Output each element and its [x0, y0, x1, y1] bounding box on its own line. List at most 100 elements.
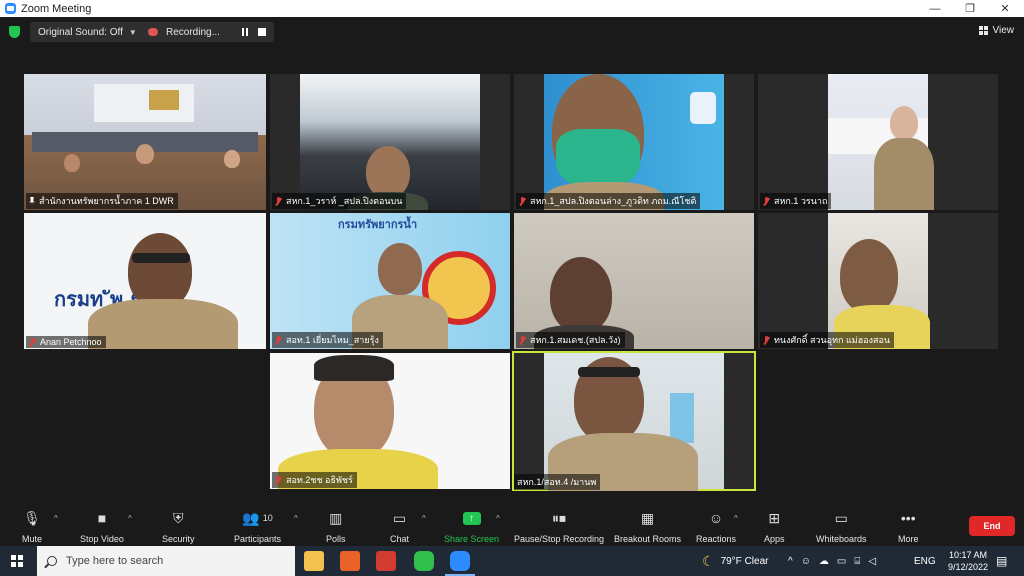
participant-tile[interactable]: สหก.1_สปล.ปิงตอนล่าง_ภูวดิท ภถม.ณีโชติ — [514, 74, 754, 210]
pause-stop-recording-button[interactable]: ⏸⏹ Pause/Stop Recording — [514, 508, 604, 546]
system-tray-icons[interactable]: ^ ☺ ☁ ▭ ⌸ ◁ — [788, 546, 876, 576]
restore-button[interactable]: ❐ — [953, 0, 987, 17]
search-icon — [47, 556, 57, 566]
mic-muted-icon — [275, 475, 282, 485]
mic-muted-icon — [275, 196, 282, 206]
chat-options-chevron-icon[interactable]: ^ — [422, 514, 426, 523]
reactions-button[interactable]: ☺ Reactions — [696, 508, 736, 546]
minimize-button[interactable]: — — [918, 0, 952, 17]
participant-tile[interactable]: สหก.1 วรนาถ — [758, 74, 998, 210]
security-button[interactable]: ⛨ Security — [162, 508, 195, 546]
view-button[interactable]: View — [978, 25, 1015, 36]
mic-muted-icon — [29, 337, 36, 347]
encryption-shield-icon[interactable] — [9, 26, 20, 38]
participant-name: สอท.2ชช อธิพัชร์ — [272, 472, 357, 488]
office-icon[interactable] — [340, 551, 360, 571]
window-titlebar: Zoom Meeting — ❐ ✕ — [0, 0, 1024, 17]
mic-muted-icon — [519, 196, 526, 206]
participant-video: กรมทรัพยากรน้ำ — [270, 213, 510, 349]
meeting-toolbar: 🎙 Mute ^ ■ Stop Video ^ ⛨ Security 👥 10 P… — [0, 506, 1024, 546]
participant-name: Anan Petchnoo — [26, 336, 106, 348]
participants-options-chevron-icon[interactable]: ^ — [294, 514, 298, 523]
taskbar-clock[interactable]: 10:17 AM 9/12/2022 — [948, 549, 988, 573]
participant-video — [300, 74, 480, 210]
video-options-chevron-icon[interactable]: ^ — [128, 514, 132, 523]
windows-taskbar: Type here to search ☾ 79°F Clear ^ ☺ ☁ ▭… — [0, 546, 1024, 576]
whiteboard-icon: ▭ — [834, 509, 848, 526]
view-label: View — [992, 25, 1015, 36]
mic-muted-icon — [519, 335, 526, 345]
participant-name: ทนงศักดิ์ สวนอุทก แม่ฮองสอน — [760, 332, 895, 348]
mute-button[interactable]: 🎙 Mute — [22, 508, 42, 546]
participant-name: สำนักงานทรัพยากรน้ำภาค 1 DWR — [26, 193, 178, 209]
chevron-down-icon[interactable]: ▼ — [129, 28, 137, 37]
file-explorer-icon[interactable] — [304, 551, 324, 571]
end-meeting-button[interactable]: End — [969, 516, 1015, 536]
input-language[interactable]: ENG — [914, 546, 936, 576]
participant-tile[interactable]: สหก.1.สมเดช.(สปล.วัง) — [514, 213, 754, 349]
pin-icon — [29, 197, 35, 205]
apps-button[interactable]: ⊞ Apps — [764, 508, 785, 546]
share-arrow-icon: ↑ — [462, 508, 481, 528]
participant-video — [24, 74, 266, 210]
whiteboards-button[interactable]: ▭ Whiteboards — [816, 508, 867, 546]
recording-label: Recording... — [166, 26, 220, 38]
window-title: Zoom Meeting — [21, 2, 92, 15]
speaker-icon[interactable]: ◁ — [868, 556, 876, 567]
participant-name: สหก.1_สปล.ปิงตอนล่าง_ภูวดิท ภถม.ณีโชติ — [516, 193, 701, 209]
participant-name: สหก.1_วราห์ _สปล.ปิงตอนบน — [272, 193, 407, 209]
participant-tile[interactable]: กรมท ัพ ยาก Anan Petchnoo — [24, 213, 266, 349]
microphone-icon: 🎙 — [23, 509, 41, 526]
share-options-chevron-icon[interactable]: ^ — [496, 514, 500, 523]
original-sound-toggle[interactable]: Original Sound: Off ▼ — [30, 22, 145, 42]
more-button[interactable]: ••• More — [898, 508, 919, 546]
participant-tile[interactable]: สหก.1_วราห์ _สปล.ปิงตอนบน — [270, 74, 510, 210]
participant-name: สหก.1/สอท.4 /มานพ — [514, 474, 601, 490]
share-screen-button[interactable]: ↑ Share Screen — [444, 508, 499, 546]
video-camera-icon: ■ — [97, 510, 107, 526]
mic-muted-icon — [275, 335, 282, 345]
participant-tile-active-speaker[interactable]: สหก.1/สอท.4 /มานพ — [512, 351, 756, 491]
participant-video — [828, 213, 930, 349]
line-app-icon[interactable] — [414, 551, 434, 571]
chat-bubble-icon: ▭ — [392, 509, 407, 526]
taskbar-search-input[interactable]: Type here to search — [37, 546, 295, 576]
cloud-icon[interactable]: ☁ — [819, 556, 829, 567]
moon-weather-icon: ☾ — [702, 552, 715, 569]
battery-icon[interactable]: ▭ — [837, 556, 846, 567]
apps-icon: ⊞ — [768, 509, 781, 526]
ellipsis-icon: ••• — [900, 510, 916, 526]
people-icon[interactable]: ☺ — [801, 556, 811, 567]
weather-widget[interactable]: ☾ 79°F Clear — [702, 546, 768, 576]
zoom-taskbar-icon[interactable] — [445, 551, 475, 576]
close-window-button[interactable]: ✕ — [988, 0, 1022, 17]
audio-options-chevron-icon[interactable]: ^ — [54, 514, 58, 523]
mic-muted-icon — [763, 335, 770, 345]
smiley-plus-icon: ☺ — [708, 510, 724, 526]
participant-tile[interactable]: สอท.2ชช อธิพัชร์ — [270, 353, 510, 489]
pdf-reader-icon[interactable] — [376, 551, 396, 571]
participant-tile[interactable]: กรมทรัพยากรน้ำ สอท.1 เยี่ยมไหม_สายรุ้ง — [270, 213, 510, 349]
reactions-options-chevron-icon[interactable]: ^ — [734, 514, 738, 523]
participant-video — [828, 74, 934, 210]
pause-recording-icon[interactable] — [242, 28, 250, 36]
video-gallery: สำนักงานทรัพยากรน้ำภาค 1 DWR สหก.1_วราห์… — [0, 47, 1024, 506]
participants-button[interactable]: 👥 10 Participants — [234, 508, 281, 546]
notifications-icon[interactable]: ▤ — [996, 546, 1007, 576]
grid-view-icon — [978, 26, 988, 35]
participant-tile[interactable]: สำนักงานทรัพยากรน้ำภาค 1 DWR — [24, 74, 266, 210]
polls-button[interactable]: ▥ Polls — [326, 508, 346, 546]
participants-count: 10 — [262, 513, 273, 523]
participant-tile[interactable]: ทนงศักดิ์ สวนอุทก แม่ฮองสอน — [758, 213, 998, 349]
participant-name: สอท.1 เยี่ยมไหม_สายรุ้ง — [272, 332, 383, 348]
stop-video-button[interactable]: ■ Stop Video — [80, 508, 124, 546]
network-icon[interactable]: ⌸ — [854, 556, 860, 567]
participant-video — [270, 353, 510, 489]
recording-cloud-icon — [148, 28, 158, 36]
breakout-rooms-button[interactable]: ▦ Breakout Rooms — [614, 508, 681, 546]
original-sound-label: Original Sound: Off — [38, 26, 123, 38]
stop-recording-icon[interactable] — [258, 28, 266, 36]
chat-button[interactable]: ▭ Chat — [390, 508, 409, 546]
windows-start-icon[interactable] — [11, 555, 23, 567]
chevron-up-icon[interactable]: ^ — [788, 556, 793, 567]
